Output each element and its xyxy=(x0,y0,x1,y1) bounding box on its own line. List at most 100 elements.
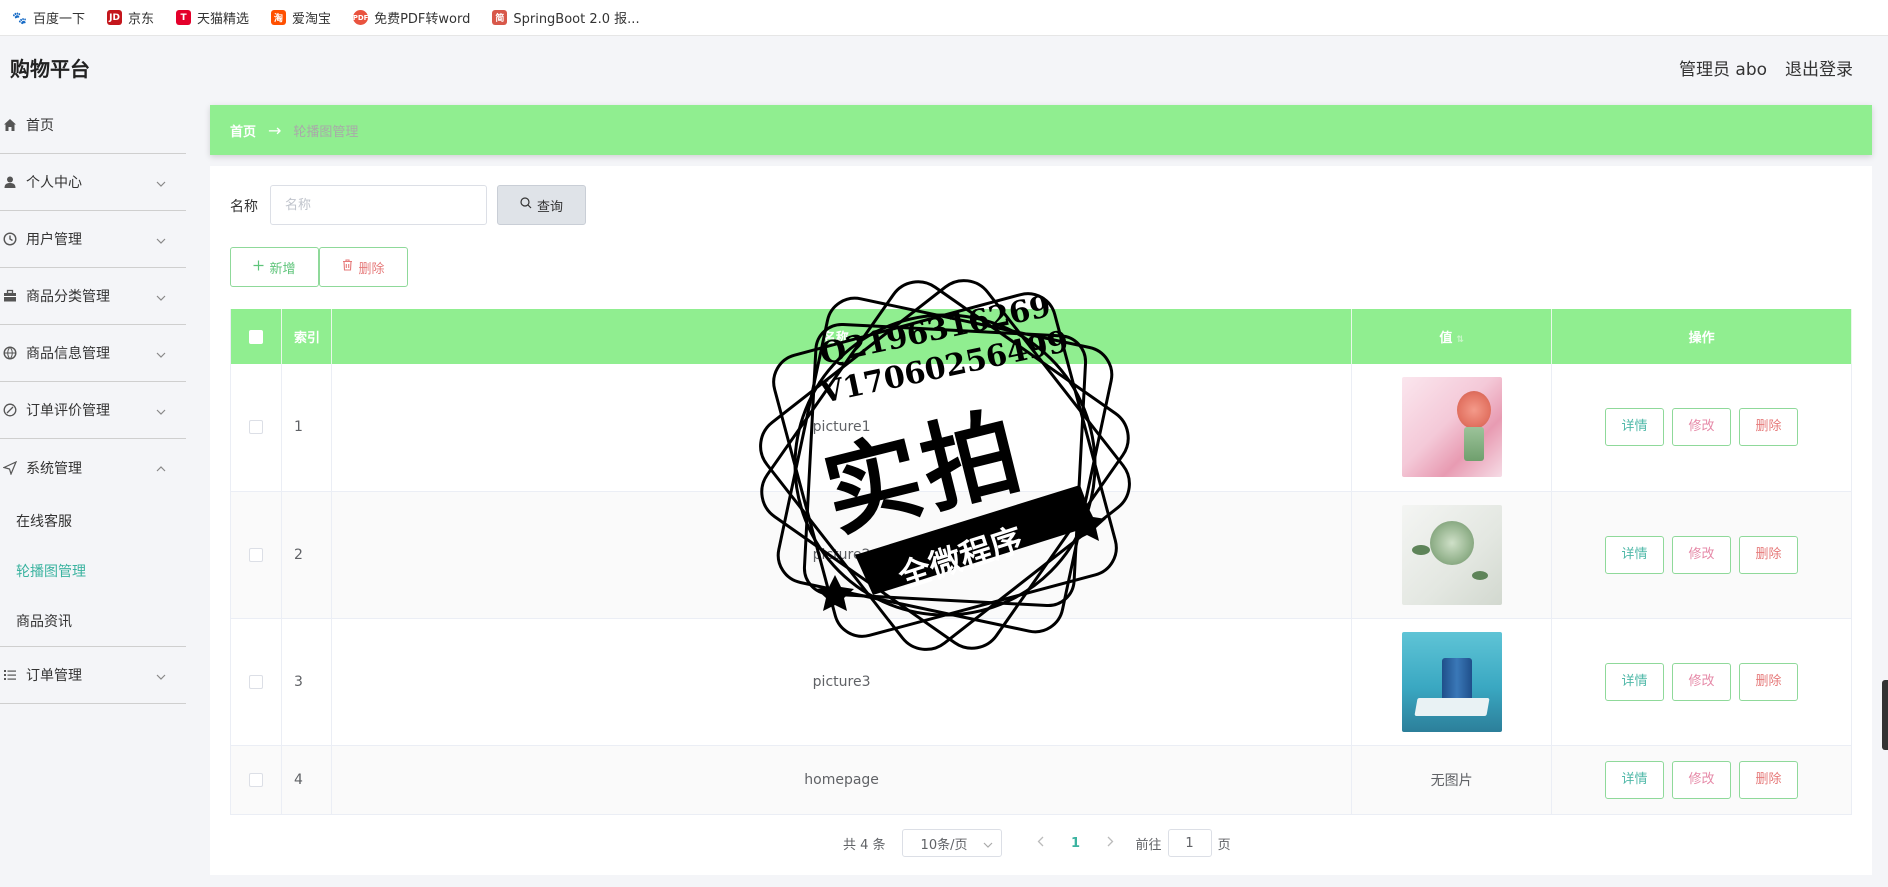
add-button-label: 新增 xyxy=(269,261,296,277)
page-suffix: 页 xyxy=(1217,837,1231,853)
row-index: 4 xyxy=(281,745,332,815)
chevron-down-icon xyxy=(156,232,166,248)
edit-button[interactable]: 修改 xyxy=(1672,535,1732,574)
bookmark-tmall[interactable]: T 天猫精选 xyxy=(176,8,249,27)
row-value-cell xyxy=(1351,618,1553,746)
carousel-thumbnail xyxy=(1401,504,1502,605)
table-row: 3 picture3 详情 修改 删除 xyxy=(230,618,1852,746)
delete-button[interactable]: 删除 xyxy=(1739,662,1799,701)
bookmark-label: 天猫精选 xyxy=(197,12,250,27)
bookmark-label: SpringBoot 2.0 报... xyxy=(513,12,640,27)
taobao-icon: 淘 xyxy=(271,10,287,25)
row-name: homepage xyxy=(331,745,1353,815)
delete-button[interactable]: 删除 xyxy=(1739,535,1799,574)
logout-link[interactable]: 退出登录 xyxy=(1785,55,1853,80)
comment-icon xyxy=(2,402,18,418)
leaf-image xyxy=(1411,544,1430,555)
search-input[interactable] xyxy=(270,185,487,225)
sidebar-item-label: 用户管理 xyxy=(26,232,82,248)
bookmark-jd[interactable]: JD 京东 xyxy=(107,8,154,27)
next-page-button[interactable] xyxy=(1096,836,1126,851)
search-icon xyxy=(520,197,532,213)
flower-bouquet-image xyxy=(1456,391,1491,430)
flower-stem-image xyxy=(1463,427,1484,462)
globe-icon xyxy=(2,345,18,361)
edit-button[interactable]: 修改 xyxy=(1672,408,1732,447)
edit-button[interactable]: 修改 xyxy=(1672,760,1732,799)
bookmark-aitaobao[interactable]: 淘 爱淘宝 xyxy=(271,8,331,27)
index-header: 索引 xyxy=(281,309,332,364)
sidebar-subitem-news[interactable]: 商品资讯 xyxy=(0,596,186,646)
chevron-down-icon xyxy=(156,175,166,191)
sidebar-item-order-management[interactable]: 订单管理 xyxy=(0,647,186,704)
sidebar-item-label: 首页 xyxy=(26,118,54,134)
open-book-image xyxy=(1414,697,1490,716)
sort-icon: ⇅ xyxy=(1456,335,1464,345)
row-checkbox[interactable] xyxy=(248,674,263,689)
page-number-current[interactable]: 1 xyxy=(1056,836,1096,851)
breadcrumb-home[interactable]: 首页 xyxy=(230,121,256,140)
row-ops-cell: 详情 修改 删除 xyxy=(1551,745,1852,815)
sidebar-item-category-management[interactable]: 商品分类管理 xyxy=(0,268,186,325)
bookmark-pdf[interactable]: PDF 免费PDF转word xyxy=(353,8,470,27)
chevron-down-icon xyxy=(983,836,993,851)
chevron-up-icon xyxy=(156,460,166,476)
sidebar-item-personal-center[interactable]: 个人中心 xyxy=(0,154,186,211)
row-checkbox[interactable] xyxy=(248,420,263,435)
leaf-image xyxy=(1471,570,1488,580)
cosmetics-bottles-image xyxy=(1441,657,1472,704)
page-size-select[interactable]: 10条/页 xyxy=(901,829,1002,857)
clock-icon xyxy=(2,231,18,247)
pagination-total: 共 4 条 xyxy=(843,837,886,853)
select-all-checkbox[interactable] xyxy=(248,329,263,344)
row-index: 3 xyxy=(281,618,332,746)
sidebar-item-review-management[interactable]: 订单评价管理 xyxy=(0,382,186,439)
sidebar-subitem-online-service[interactable]: 在线客服 xyxy=(0,496,186,546)
delete-button[interactable]: 删除 xyxy=(1739,408,1799,447)
plus-icon xyxy=(253,260,264,275)
system-management-group: 系统管理 在线客服 轮播图管理 商品资讯 xyxy=(0,439,186,647)
breadcrumb-arrow-icon: → xyxy=(268,120,282,140)
row-value-cell xyxy=(1351,364,1553,492)
detail-button[interactable]: 详情 xyxy=(1605,408,1665,447)
row-select-cell xyxy=(230,745,282,815)
row-name: picture3 xyxy=(331,618,1353,746)
pdf-icon: PDF xyxy=(353,10,368,25)
sidebar: 首页 个人中心 用户管理 商品分类管理 商品信息管理 订单评价管理 系统管理 在… xyxy=(0,97,186,704)
edit-button[interactable]: 修改 xyxy=(1672,662,1732,701)
sidebar-item-product-management[interactable]: 商品信息管理 xyxy=(0,325,186,382)
sidebar-item-label: 订单评价管理 xyxy=(26,403,110,419)
chevron-down-icon xyxy=(156,346,166,362)
top-header: 购物平台 管理员 abo 退出登录 xyxy=(0,37,1888,95)
breadcrumb: 首页 → 轮播图管理 xyxy=(210,105,1872,155)
sidebar-item-system-management[interactable]: 系统管理 xyxy=(0,439,186,496)
detail-button[interactable]: 详情 xyxy=(1605,535,1665,574)
sidebar-item-label: 系统管理 xyxy=(26,460,82,477)
value-header-label: 值 xyxy=(1439,331,1453,346)
row-checkbox[interactable] xyxy=(248,547,263,562)
briefcase-icon xyxy=(2,288,18,304)
sidebar-item-home[interactable]: 首页 xyxy=(0,97,186,154)
admin-user-label: 管理员 abo xyxy=(1679,60,1768,80)
bookmarks-bar: 🐾 百度一下 JD 京东 T 天猫精选 淘 爱淘宝 PDF 免费PDF转word… xyxy=(0,0,1888,36)
batch-delete-button[interactable]: 删除 xyxy=(319,247,408,287)
brand-title: 购物平台 xyxy=(10,57,90,81)
value-header[interactable]: 值 ⇅ xyxy=(1351,309,1553,364)
detail-button[interactable]: 详情 xyxy=(1605,662,1665,701)
bookmark-springboot[interactable]: 简 SpringBoot 2.0 报... xyxy=(492,8,640,27)
bookmark-label: 爱淘宝 xyxy=(292,12,332,27)
sidebar-subitem-carousel[interactable]: 轮播图管理 xyxy=(0,546,186,596)
row-checkbox[interactable] xyxy=(248,772,263,787)
row-ops-cell: 详情 修改 删除 xyxy=(1551,364,1852,492)
send-icon xyxy=(2,460,18,476)
sidebar-item-user-management[interactable]: 用户管理 xyxy=(0,211,186,268)
add-button[interactable]: 新增 xyxy=(230,247,319,287)
prev-page-button[interactable] xyxy=(1026,836,1056,851)
bookmark-baidu[interactable]: 🐾 百度一下 xyxy=(12,8,85,27)
goto-page-input[interactable] xyxy=(1167,829,1212,857)
detail-button[interactable]: 详情 xyxy=(1605,760,1665,799)
query-button[interactable]: 查询 xyxy=(497,185,586,225)
delete-button[interactable]: 删除 xyxy=(1739,760,1799,799)
row-select-cell xyxy=(230,364,282,492)
side-edge-tab[interactable] xyxy=(1882,680,1888,750)
